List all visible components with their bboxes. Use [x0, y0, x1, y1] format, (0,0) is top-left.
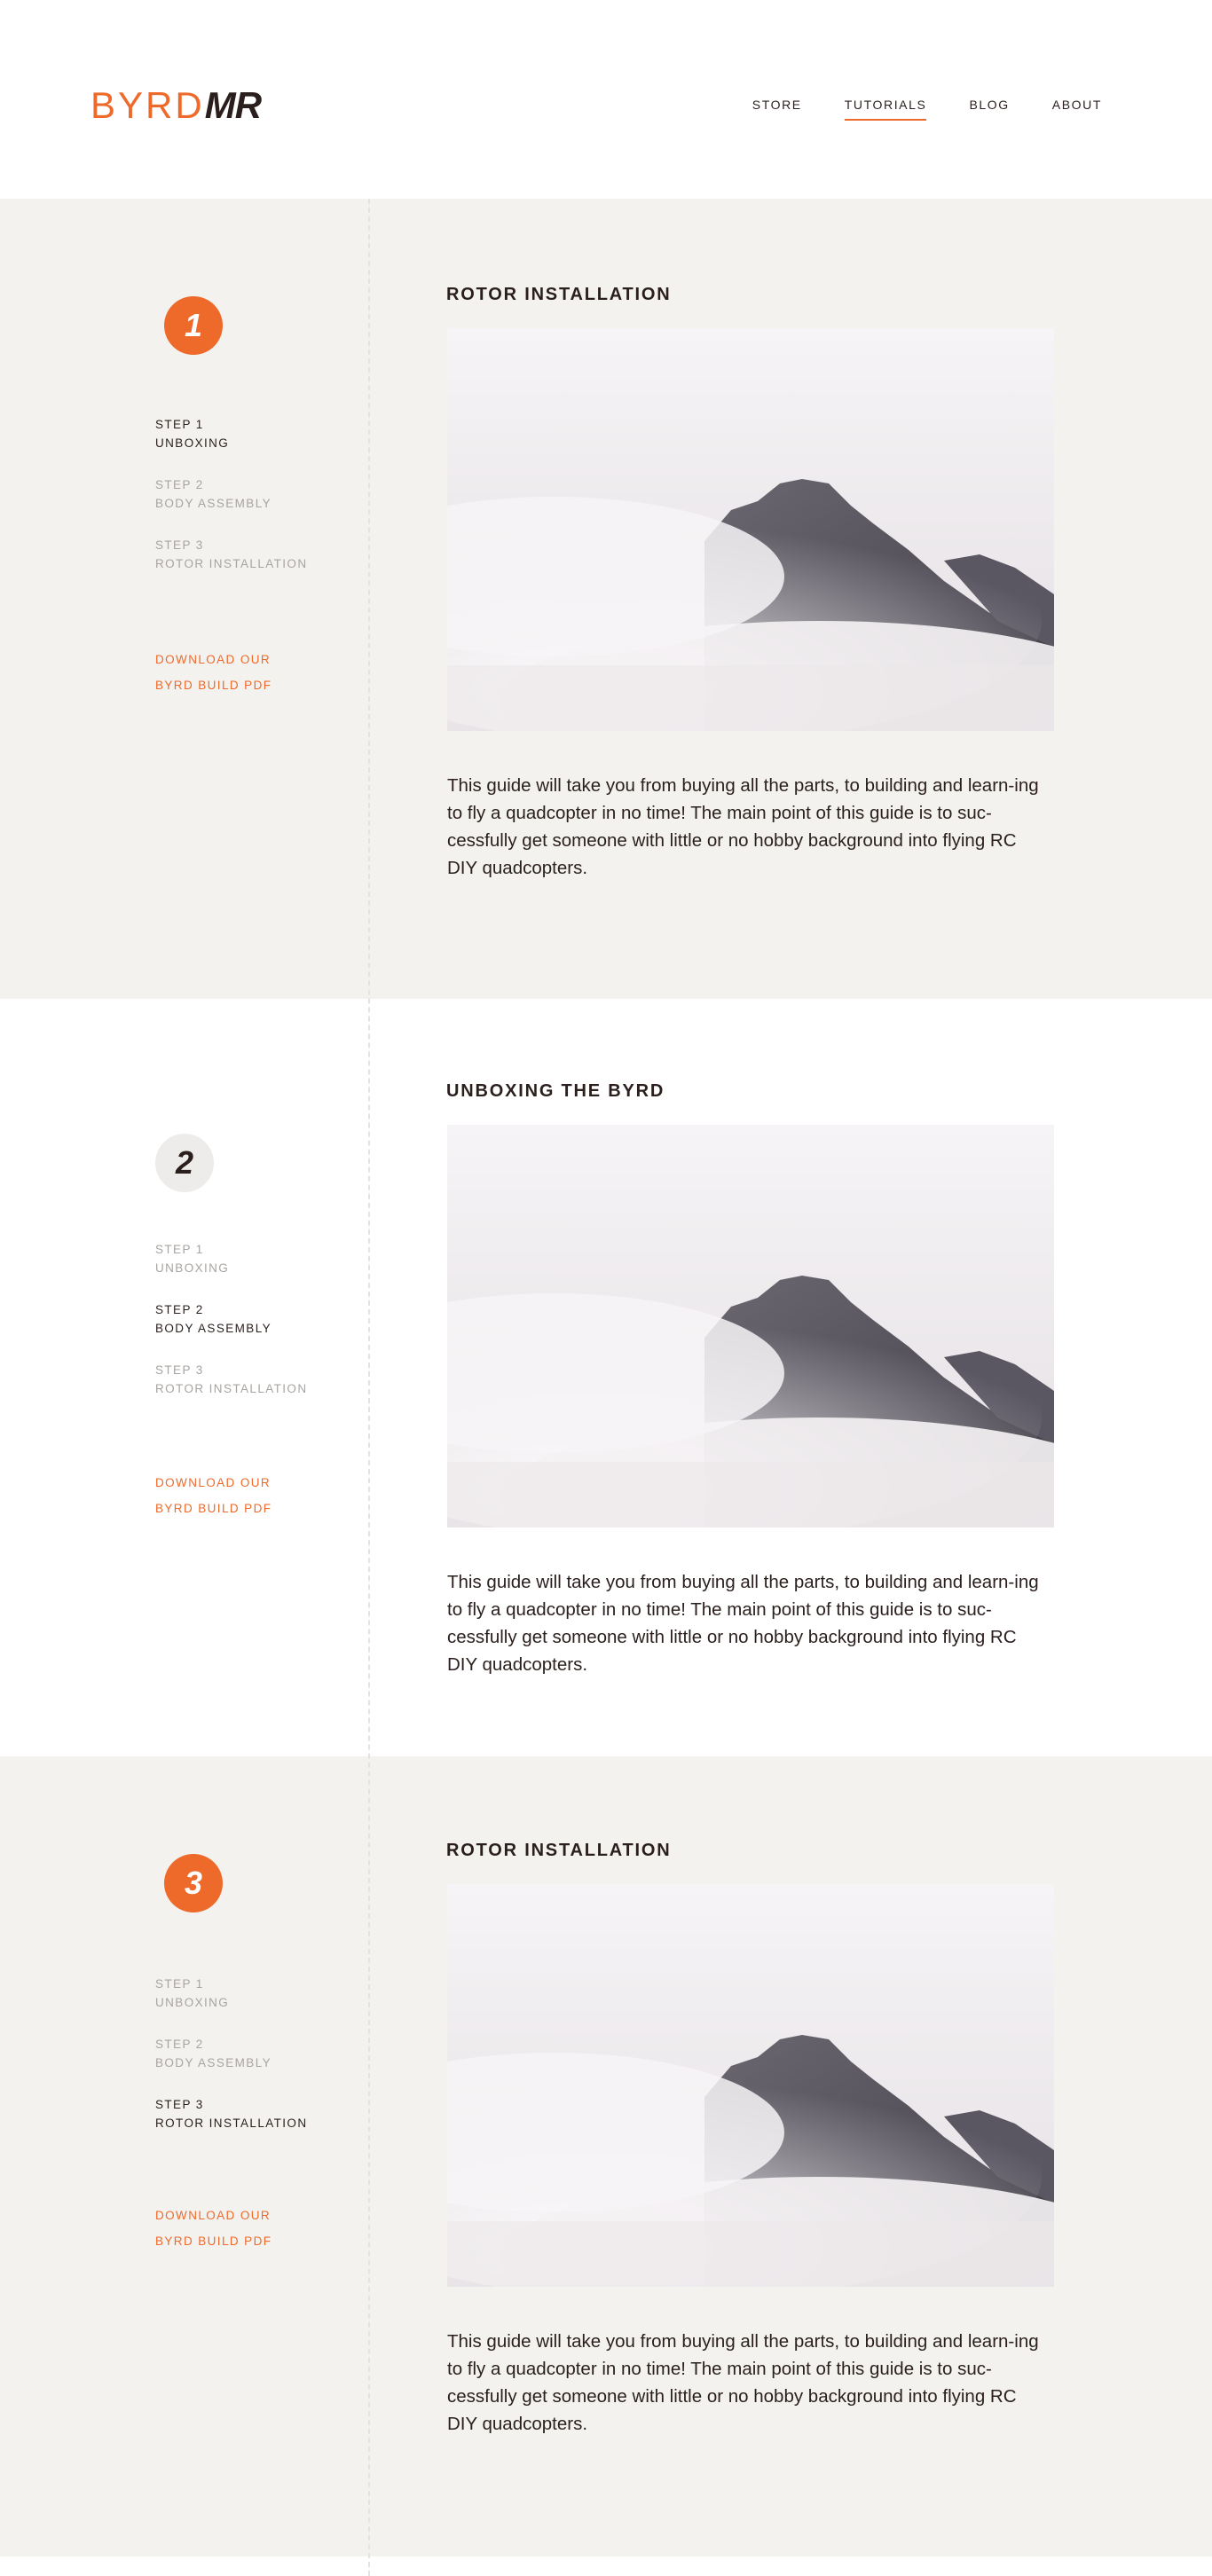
section-body: This guide will take you from buying all…: [447, 775, 1039, 878]
step-item-1[interactable]: STEP 1 UNBOXING: [155, 1975, 307, 2012]
vertical-divider: [368, 199, 370, 2576]
download-line-1: DOWNLOAD OUR: [155, 1476, 272, 1489]
step-title: UNBOXING: [155, 436, 230, 450]
mountain-image: [447, 1125, 1054, 1528]
mountain-image: [447, 1884, 1054, 2287]
step-title: BODY ASSEMBLY: [155, 2056, 272, 2069]
step-list: STEP 1 UNBOXING STEP 2 BODY ASSEMBLY STEP …: [155, 415, 307, 596]
tutorial-section-1: 1 STEP 1 UNBOXING STEP 2 BODY ASSEMBLY STE…: [0, 199, 1212, 999]
nav-store[interactable]: STORE: [752, 98, 802, 121]
step-item-3[interactable]: STEP 3 ROTOR INSTALLATION: [155, 1361, 307, 1398]
nav-tutorials[interactable]: TUTORIALS: [844, 98, 927, 121]
step-item-3[interactable]: STEP 3 ROTOR INSTALLATION: [155, 536, 307, 573]
step-title: BODY ASSEMBLY: [155, 497, 272, 510]
site-header: BYRD MR STORE TUTORIALS BLOG ABOUT: [0, 0, 1212, 199]
step-title: ROTOR INSTALLATION: [155, 2117, 308, 2130]
download-line-1: DOWNLOAD OUR: [155, 2209, 272, 2222]
step-item-3[interactable]: STEP 3 ROTOR INSTALLATION: [155, 2095, 307, 2132]
step-label: STEP 2: [155, 478, 204, 491]
step-item-1[interactable]: STEP 1 UNBOXING: [155, 1240, 307, 1277]
download-pdf-link[interactable]: DOWNLOAD OUR BYRD BUILD PDF: [155, 647, 272, 698]
logo[interactable]: BYRD MR: [91, 84, 262, 126]
step-title: BODY ASSEMBLY: [155, 1322, 272, 1335]
download-line-2: BYRD BUILD PDF: [155, 1502, 272, 1515]
step-list: STEP 1 UNBOXING STEP 2 BODY ASSEMBLY STEP …: [155, 1975, 307, 2156]
download-pdf-link[interactable]: DOWNLOAD OUR BYRD BUILD PDF: [155, 1470, 272, 1521]
nav-about[interactable]: ABOUT: [1052, 98, 1102, 121]
logo-text-mr: MR: [204, 84, 262, 126]
step-label: STEP 1: [155, 1243, 204, 1256]
section-title: ROTOR INSTALLATION: [446, 285, 672, 304]
download-line-2: BYRD BUILD PDF: [155, 2234, 272, 2248]
step-badge-3: 3: [164, 1854, 223, 1912]
step-title: UNBOXING: [155, 1996, 230, 2009]
step-label: STEP 3: [155, 1363, 204, 1377]
step-label: STEP 1: [155, 1977, 204, 1991]
step-label: STEP 3: [155, 538, 204, 552]
step-item-2[interactable]: STEP 2 BODY ASSEMBLY: [155, 475, 307, 513]
step-title: ROTOR INSTALLATION: [155, 1382, 308, 1395]
step-label: STEP 2: [155, 2038, 204, 2051]
step-label: STEP 2: [155, 1303, 204, 1316]
download-line-1: DOWNLOAD OUR: [155, 653, 272, 666]
download-pdf-link[interactable]: DOWNLOAD OUR BYRD BUILD PDF: [155, 2203, 272, 2254]
step-title: UNBOXING: [155, 1261, 230, 1275]
tutorial-section-3: 3 STEP 1 UNBOXING STEP 2 BODY ASSEMBLY STE…: [0, 1756, 1212, 2556]
step-item-2[interactable]: STEP 2 BODY ASSEMBLY: [155, 1300, 307, 1338]
step-title: ROTOR INSTALLATION: [155, 557, 308, 570]
step-item-2[interactable]: STEP 2 BODY ASSEMBLY: [155, 2035, 307, 2072]
section-body: This guide will take you from buying all…: [447, 2331, 1039, 2434]
mountain-image: [447, 328, 1054, 731]
section-title: UNBOXING THE BYRD: [446, 1081, 665, 1101]
tutorial-section-2: 2 STEP 1 UNBOXING STEP 2 BODY ASSEMBLY STE…: [0, 999, 1212, 1756]
step-item-1[interactable]: STEP 1 UNBOXING: [155, 415, 307, 452]
logo-text-byrd: BYRD: [91, 84, 205, 126]
step-label: STEP 3: [155, 2098, 204, 2111]
step-label: STEP 1: [155, 418, 204, 431]
main-nav: STORE TUTORIALS BLOG ABOUT: [710, 98, 1102, 121]
section-title: ROTOR INSTALLATION: [446, 1841, 672, 1860]
nav-blog[interactable]: BLOG: [969, 98, 1009, 121]
step-list: STEP 1 UNBOXING STEP 2 BODY ASSEMBLY STEP …: [155, 1240, 307, 1421]
step-badge-1: 1: [164, 296, 223, 355]
download-line-2: BYRD BUILD PDF: [155, 679, 272, 692]
step-badge-2: 2: [155, 1134, 214, 1192]
section-body: This guide will take you from buying all…: [447, 1572, 1039, 1675]
